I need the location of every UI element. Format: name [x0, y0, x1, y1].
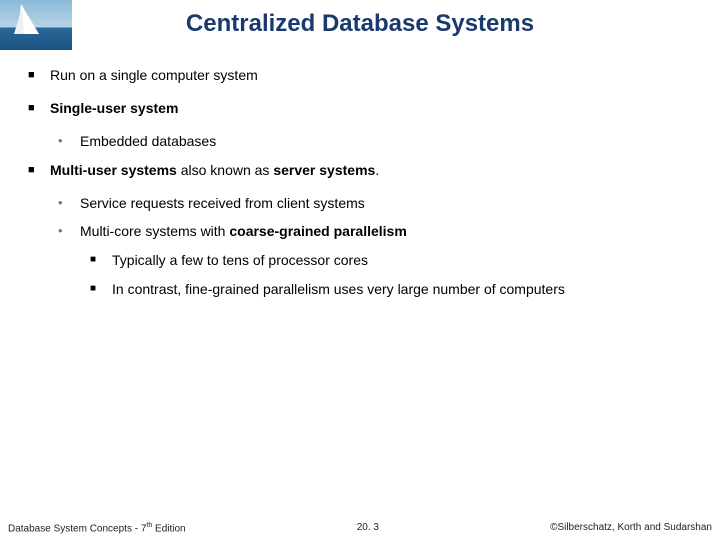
bullet-level1: ■ Run on a single computer system: [28, 66, 692, 85]
footer-center: 20. 3: [357, 522, 379, 534]
slide-title: Centralized Database Systems: [0, 0, 720, 66]
sail-shape-2: [14, 8, 24, 34]
dot-bullet-icon: •: [58, 222, 72, 241]
footer-right: ©Silberschatz, Korth and Sudarshan: [550, 522, 712, 534]
square-bullet-icon: ■: [28, 161, 42, 180]
bullet-level2: • Multi-core systems with coarse-grained…: [58, 222, 692, 241]
bullet-level1: ■ Multi-user systems also known as serve…: [28, 161, 692, 180]
square-bullet-icon: ■: [90, 251, 104, 270]
square-bullet-icon: ■: [28, 99, 42, 118]
bullet-text: Embedded databases: [72, 132, 692, 151]
slide-content: ■ Run on a single computer system ■ Sing…: [0, 66, 720, 299]
bullet-text: Multi-user systems also known as server …: [42, 161, 692, 180]
square-bullet-icon: ■: [90, 280, 104, 299]
dot-bullet-icon: •: [58, 132, 72, 151]
logo-image: [0, 0, 72, 50]
bullet-level3: ■ In contrast, fine-grained parallelism …: [90, 280, 692, 299]
bullet-text: Single-user system: [42, 99, 692, 118]
bullet-level2: • Embedded databases: [58, 132, 692, 151]
bullet-text: In contrast, fine-grained parallelism us…: [104, 280, 692, 299]
bullet-text: Multi-core systems with coarse-grained p…: [72, 222, 692, 241]
dot-bullet-icon: •: [58, 194, 72, 213]
bullet-level2: • Service requests received from client …: [58, 194, 692, 213]
bullet-level3: ■ Typically a few to tens of processor c…: [90, 251, 692, 270]
bullet-text: Run on a single computer system: [42, 66, 692, 85]
slide-footer: Database System Concepts - 7th Edition 2…: [0, 522, 720, 534]
bullet-level1: ■ Single-user system: [28, 99, 692, 118]
bullet-text: Typically a few to tens of processor cor…: [104, 251, 692, 270]
bullet-text: Service requests received from client sy…: [72, 194, 692, 213]
square-bullet-icon: ■: [28, 66, 42, 85]
footer-left: Database System Concepts - 7th Edition: [8, 522, 186, 534]
